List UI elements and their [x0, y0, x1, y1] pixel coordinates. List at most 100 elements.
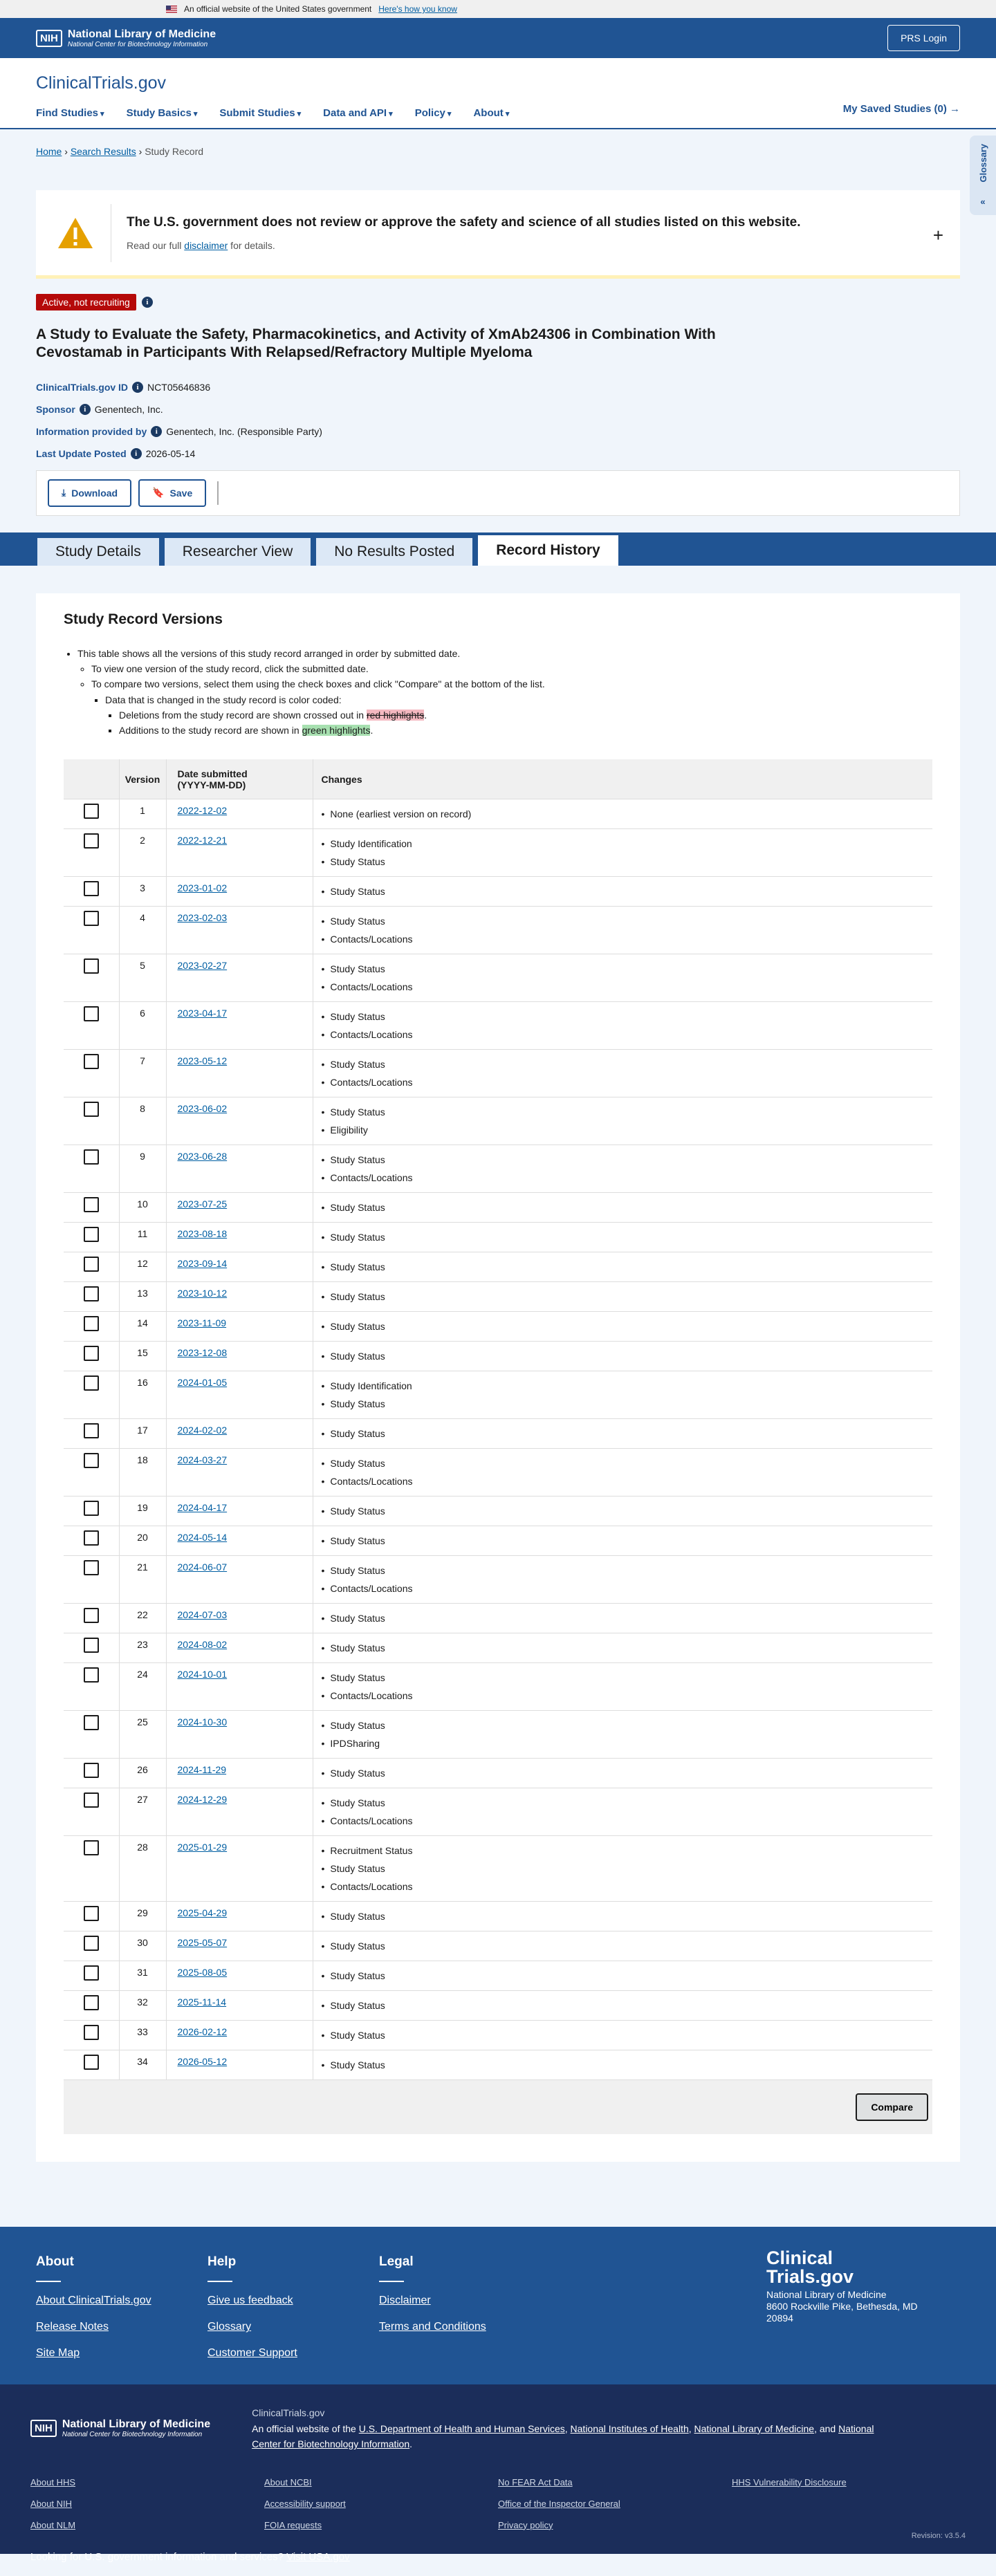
footer-link[interactable]: Glossary	[208, 2321, 379, 2333]
version-checkbox[interactable]	[83, 1346, 99, 1362]
info-icon[interactable]: i	[151, 425, 163, 437]
nih-link[interactable]: National Institutes of Health	[571, 2423, 689, 2434]
breadcrumb-search-results[interactable]: Search Results	[71, 146, 136, 157]
version-date-link[interactable]: 2024-08-02	[178, 1639, 228, 1650]
agency-link[interactable]: Privacy policy	[498, 2520, 732, 2530]
version-checkbox[interactable]	[83, 1530, 99, 1546]
version-date-link[interactable]: 2024-02-02	[178, 1425, 228, 1436]
version-checkbox[interactable]	[83, 1638, 99, 1653]
version-checkbox[interactable]	[83, 1792, 99, 1808]
footer-link[interactable]: Release Notes	[36, 2321, 208, 2333]
agency-link[interactable]: Office of the Inspector General	[498, 2499, 732, 2509]
hhs-link[interactable]: U.S. Department of Health and Human Serv…	[359, 2423, 565, 2434]
footer-link[interactable]: Terms and Conditions	[379, 2321, 551, 2333]
glossary-tab[interactable]: Glossary «	[970, 136, 996, 215]
agency-link[interactable]: About NIH	[30, 2499, 264, 2509]
version-date-link[interactable]: 2023-06-28	[178, 1151, 228, 1162]
version-date-link[interactable]: 2023-01-02	[178, 882, 228, 893]
agency-link[interactable]: No FEAR Act Data	[498, 2477, 732, 2487]
agency-link[interactable]: About NLM	[30, 2520, 264, 2530]
version-checkbox[interactable]	[83, 2055, 99, 2070]
version-date-link[interactable]: 2023-05-12	[178, 1055, 228, 1066]
version-checkbox[interactable]	[83, 1197, 99, 1213]
version-date-link[interactable]: 2023-11-09	[178, 1317, 227, 1328]
nav-find-studies[interactable]: Find Studies	[36, 107, 104, 119]
version-date-link[interactable]: 2026-05-12	[178, 2056, 228, 2067]
version-checkbox[interactable]	[83, 1965, 99, 1981]
usa-gov-link[interactable]: Visit USA.gov	[286, 2551, 349, 2563]
version-date-link[interactable]: 2024-11-29	[178, 1764, 227, 1775]
version-date-link[interactable]: 2025-04-29	[178, 1907, 228, 1918]
nih-footer-logo[interactable]: NIH National Library of Medicine National…	[30, 2405, 210, 2452]
version-date-link[interactable]: 2023-12-08	[178, 1347, 228, 1358]
version-date-link[interactable]: 2024-01-05	[178, 1377, 228, 1388]
version-date-link[interactable]: 2025-08-05	[178, 1967, 228, 1978]
nav-data-api[interactable]: Data and API	[323, 107, 393, 119]
version-date-link[interactable]: 2023-02-03	[178, 912, 228, 923]
version-date-link[interactable]: 2023-07-25	[178, 1198, 228, 1210]
ct-logo[interactable]: ClinicalTrials.gov	[36, 58, 960, 93]
nav-about[interactable]: About	[473, 107, 509, 119]
save-button[interactable]: 🔖 Save	[138, 479, 207, 507]
version-date-link[interactable]: 2024-06-07	[178, 1562, 228, 1573]
nav-study-basics[interactable]: Study Basics	[127, 107, 198, 119]
footer-link[interactable]: Give us feedback	[208, 2295, 379, 2307]
version-checkbox[interactable]	[83, 1608, 99, 1624]
agency-link[interactable]: About HHS	[30, 2477, 264, 2487]
tab-no-results[interactable]: No Results Posted	[315, 536, 474, 566]
nav-submit-studies[interactable]: Submit Studies	[219, 107, 301, 119]
nih-logo[interactable]: NIH National Library of Medicine Nationa…	[36, 28, 216, 48]
version-checkbox[interactable]	[83, 1149, 99, 1165]
nav-policy[interactable]: Policy	[415, 107, 452, 119]
prs-login-button[interactable]: PRS Login	[887, 25, 960, 51]
version-checkbox[interactable]	[83, 881, 99, 897]
version-date-link[interactable]: 2023-10-12	[178, 1288, 228, 1299]
agency-link[interactable]: HHS Vulnerability Disclosure	[732, 2477, 966, 2487]
tab-record-history[interactable]: Record History	[477, 533, 620, 566]
version-date-link[interactable]: 2023-02-27	[178, 960, 228, 971]
compare-button[interactable]: Compare	[856, 2093, 928, 2122]
version-checkbox[interactable]	[83, 1375, 99, 1391]
info-icon[interactable]: i	[130, 447, 142, 459]
version-checkbox[interactable]	[83, 1560, 99, 1576]
tab-researcher-view[interactable]: Researcher View	[163, 536, 313, 566]
my-saved-studies[interactable]: My Saved Studies (0) →	[843, 103, 960, 115]
version-checkbox[interactable]	[83, 1423, 99, 1439]
version-checkbox[interactable]	[83, 1501, 99, 1517]
version-date-link[interactable]: 2024-10-30	[178, 1716, 228, 1727]
info-icon[interactable]: i	[79, 403, 91, 415]
agency-link[interactable]: FOIA requests	[264, 2520, 498, 2530]
download-button[interactable]: ⤓ Download	[48, 479, 132, 507]
breadcrumb-home[interactable]: Home	[36, 146, 62, 157]
version-date-link[interactable]: 2024-04-17	[178, 1502, 228, 1513]
version-date-link[interactable]: 2024-12-29	[178, 1794, 228, 1805]
version-checkbox[interactable]	[83, 804, 99, 819]
version-checkbox[interactable]	[83, 1453, 99, 1469]
version-checkbox[interactable]	[83, 958, 99, 974]
version-date-link[interactable]: 2024-07-03	[178, 1609, 228, 1620]
version-checkbox[interactable]	[83, 1006, 99, 1022]
version-checkbox[interactable]	[83, 1715, 99, 1731]
version-date-link[interactable]: 2023-08-18	[178, 1228, 228, 1239]
version-checkbox[interactable]	[83, 1102, 99, 1118]
version-checkbox[interactable]	[83, 1286, 99, 1302]
footer-link[interactable]: Disclaimer	[379, 2295, 551, 2307]
version-checkbox[interactable]	[83, 1667, 99, 1683]
tab-study-details[interactable]: Study Details	[36, 536, 160, 566]
agency-link[interactable]: About NCBI	[264, 2477, 498, 2487]
version-date-link[interactable]: 2024-03-27	[178, 1454, 228, 1465]
version-date-link[interactable]: 2024-05-14	[178, 1532, 228, 1543]
nlm-link[interactable]: National Library of Medicine	[694, 2423, 815, 2434]
info-icon[interactable]: i	[141, 297, 153, 308]
agency-link[interactable]: Accessibility support	[264, 2499, 498, 2509]
version-date-link[interactable]: 2022-12-02	[178, 805, 228, 816]
version-checkbox[interactable]	[83, 911, 99, 927]
disclaimer-link[interactable]: disclaimer	[184, 240, 228, 251]
version-date-link[interactable]: 2025-05-07	[178, 1937, 228, 1948]
version-date-link[interactable]: 2022-12-21	[178, 835, 228, 846]
version-date-link[interactable]: 2025-01-29	[178, 1842, 228, 1853]
version-checkbox[interactable]	[83, 1227, 99, 1243]
version-checkbox[interactable]	[83, 1840, 99, 1856]
version-checkbox[interactable]	[83, 1906, 99, 1922]
version-date-link[interactable]: 2026-02-12	[178, 2026, 228, 2037]
